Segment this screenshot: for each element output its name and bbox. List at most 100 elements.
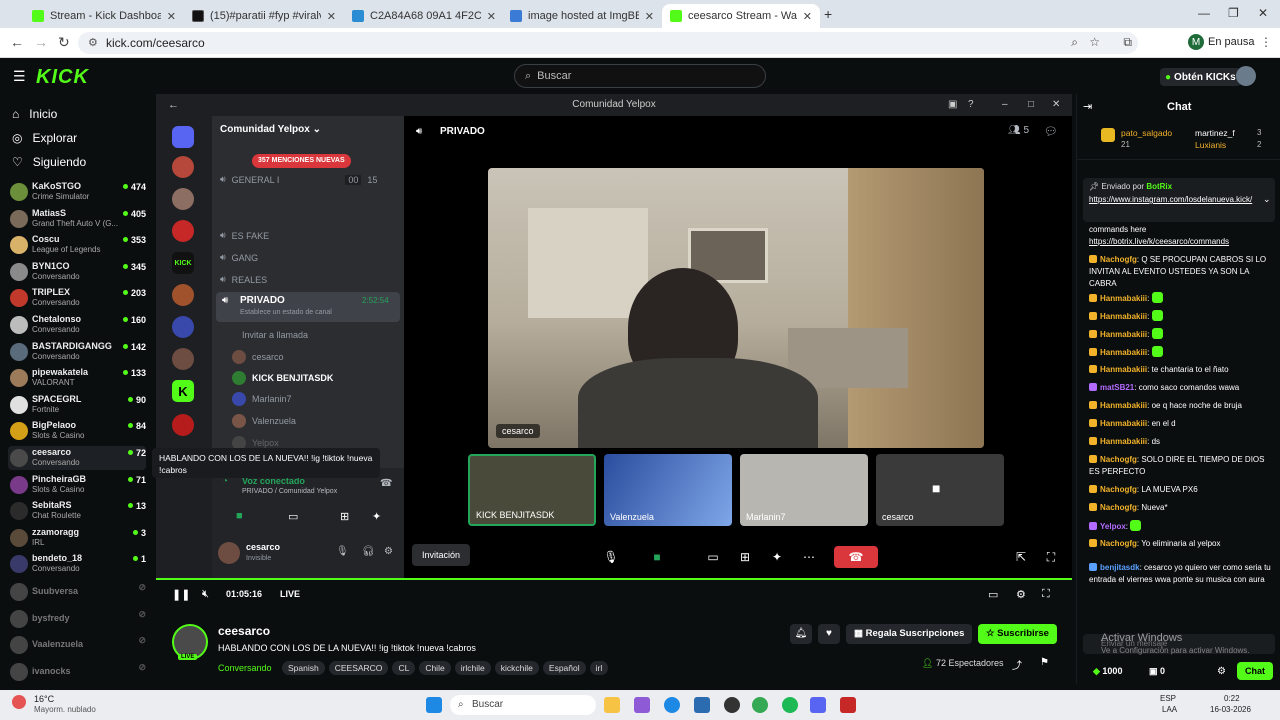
minimize-window-icon[interactable]: —	[1198, 6, 1210, 20]
kick-server-icon[interactable]: KICK	[172, 252, 194, 274]
reload-icon[interactable]: ↻	[58, 34, 70, 51]
sidebar-channel-item[interactable]: TRIPLEX Conversando 203	[8, 286, 146, 310]
sidebar-channel-item[interactable]: BASTARDIGANGG Conversando 142	[8, 340, 146, 364]
voice-member[interactable]: KICK BENJITASDK	[232, 371, 333, 385]
sidebar-channel-item[interactable]: BigPelaoo Slots & Casino 84	[8, 419, 146, 443]
chat-username[interactable]: Nachogfg	[1100, 455, 1137, 464]
back-arrow-icon[interactable]: ←	[168, 94, 179, 116]
copilot-icon[interactable]	[634, 697, 650, 713]
chat-username[interactable]: Nachogfg	[1100, 503, 1137, 512]
voice-member[interactable]: Valenzuela	[232, 414, 296, 428]
sidebar-offline-channel[interactable]: ivanocks ⊘	[8, 660, 146, 684]
tag[interactable]: irlchile	[454, 661, 491, 675]
sidebar-channel-item[interactable]: SPACEGRL Fortnite 90	[8, 393, 146, 417]
hang-up-button[interactable]: ☎	[834, 546, 878, 568]
adobe-icon[interactable]	[840, 697, 856, 713]
sidebar-channel-item[interactable]: KaKoSTGO Crime Simulator 474	[8, 180, 146, 204]
server-icon[interactable]	[172, 348, 194, 370]
server-icon[interactable]	[172, 316, 194, 338]
theater-mode-icon[interactable]: ▭	[988, 588, 998, 601]
screenshare-icon[interactable]: ▭	[700, 546, 726, 568]
channel-es-fake[interactable]: 🔊︎ ES FAKE	[220, 230, 269, 241]
chat-username[interactable]: Hanmabakiii	[1100, 312, 1147, 321]
chat-username[interactable]: Nachogfg	[1100, 255, 1137, 264]
gift-subs-button[interactable]: ▦ Regala Suscripciones	[846, 624, 973, 644]
profile-chip[interactable]: M En pausa	[1188, 34, 1254, 50]
pinned-message[interactable]: 📌︎ Enviado por BotRix https://www.instag…	[1083, 178, 1275, 222]
camera-icon[interactable]: ■	[644, 546, 670, 568]
inbox-icon[interactable]: ▣	[948, 94, 957, 116]
server-icon[interactable]	[172, 284, 194, 306]
more-options-icon[interactable]: ⋯	[796, 546, 822, 568]
zoom-icon[interactable]: ⌕	[1071, 35, 1078, 50]
server-icon[interactable]	[172, 220, 194, 242]
chat-username[interactable]: matSB21	[1100, 383, 1134, 392]
language-indicator[interactable]: ESP	[1160, 694, 1176, 703]
follow-heart-icon[interactable]: ♥	[818, 624, 840, 644]
tag[interactable]: CEESARCO	[328, 661, 389, 675]
soundboard-icon[interactable]: ✦	[372, 510, 381, 523]
sidebar-channel-item[interactable]: Coscu League of Legends 353	[8, 233, 146, 257]
close-tab-icon[interactable]: ✕	[327, 10, 336, 23]
get-kicks-button[interactable]: ● Obtén KICKs	[1160, 68, 1241, 86]
server-icon[interactable]	[172, 156, 194, 178]
edge-icon[interactable]	[664, 697, 680, 713]
close-tab-icon[interactable]: ✕	[487, 10, 496, 23]
points-balance[interactable]: ◆ 1000	[1093, 666, 1122, 677]
sidebar-channel-item[interactable]: PincheiraGB Slots & Casino 71	[8, 473, 146, 497]
video-tile-valenzuela[interactable]: Valenzuela	[604, 454, 732, 526]
chevron-down-icon[interactable]: ⌄	[1263, 194, 1271, 205]
video-tile-cesarco[interactable]: ■ cesarco	[876, 454, 1004, 526]
sidebar-offline-channel[interactable]: Vaalenzuela ⊘	[8, 633, 146, 657]
server-icon[interactable]	[172, 188, 194, 210]
chat-username[interactable]: Hanmabakiii	[1100, 437, 1147, 446]
pause-icon[interactable]: ❚❚	[172, 588, 190, 601]
discord-home-icon[interactable]	[172, 126, 194, 148]
headphones-icon[interactable]: 🎧︎	[362, 546, 375, 557]
status-hint[interactable]: Establece un estado de canal	[240, 309, 332, 316]
tag[interactable]: Chile	[419, 661, 451, 675]
discord-icon[interactable]	[810, 697, 826, 713]
microphone-icon[interactable]: 🎙︎	[336, 546, 349, 557]
sidebar-channel-item[interactable]: Chetalonso Conversando 160	[8, 313, 146, 337]
settings-gear-icon[interactable]: ⚙	[384, 546, 393, 557]
browser-tab-4[interactable]: image hosted at ImgBB — Img ✕	[502, 4, 662, 28]
send-chat-button[interactable]: Chat	[1237, 662, 1273, 680]
kick-k-server-icon[interactable]: K	[172, 380, 194, 402]
main-camera-feed[interactable]: cesarco	[488, 168, 984, 448]
chat-username[interactable]: Hanmabakiii	[1100, 419, 1147, 428]
close-icon[interactable]: ✕	[1052, 94, 1060, 116]
nav-explorar[interactable]: ◎ Explorar	[12, 131, 77, 145]
category-link[interactable]: Conversando	[218, 663, 272, 673]
kick-logo[interactable]: KICK	[36, 66, 89, 89]
sidebar-channel-item[interactable]: bendeto_18 Conversando 1	[8, 552, 146, 576]
chat-username[interactable]: Hanmabakiii	[1100, 330, 1147, 339]
chat-username[interactable]: Hanmabakiii	[1100, 401, 1147, 410]
forward-arrow-icon[interactable]: →	[34, 34, 48, 50]
spotify-icon[interactable]	[782, 697, 798, 713]
help-icon[interactable]: ?	[968, 94, 974, 116]
browser-tab-1[interactable]: Stream - Kick Dashboard ✕	[24, 4, 184, 28]
tag[interactable]: Spanish	[282, 661, 325, 675]
activities-icon[interactable]: ⊞	[340, 510, 349, 523]
sidebar-channel-item[interactable]: SebitaRS Chat Roulette 13	[8, 499, 146, 523]
store-icon[interactable]	[694, 697, 710, 713]
chat-username[interactable]: Nachogfg	[1100, 539, 1137, 548]
mute-icon[interactable]: 🔇︎	[202, 588, 209, 601]
clock-time[interactable]: 0:22	[1224, 694, 1240, 703]
browser-tab-2[interactable]: (15)#paratii #fyp #viralvideo # ✕	[184, 4, 344, 28]
nav-siguiendo[interactable]: ♡ Siguiendo	[12, 155, 86, 169]
chat-text[interactable]: https://botrix.live/k/ceesarco/commands	[1089, 237, 1229, 246]
chat-username[interactable]: Hanmabakiii	[1100, 365, 1147, 374]
invite-to-call[interactable]: Invitar a llamada	[242, 330, 308, 340]
browser-tab-5[interactable]: ceesarco Stream - Watch Live o ✕	[662, 4, 820, 28]
camera-icon[interactable]: ■	[236, 510, 243, 522]
kicks-balance[interactable]: ▣ 0	[1149, 666, 1165, 677]
voice-member[interactable]: Marlanin7	[232, 392, 292, 406]
file-explorer-icon[interactable]	[604, 697, 620, 713]
gifter-name[interactable]: Luxianis	[1195, 140, 1226, 150]
chat-username[interactable]: Yelpox	[1100, 522, 1126, 531]
site-info-icon[interactable]: ⚙	[88, 36, 98, 49]
tag[interactable]: irl	[589, 661, 609, 675]
back-arrow-icon[interactable]: ←	[10, 34, 24, 50]
